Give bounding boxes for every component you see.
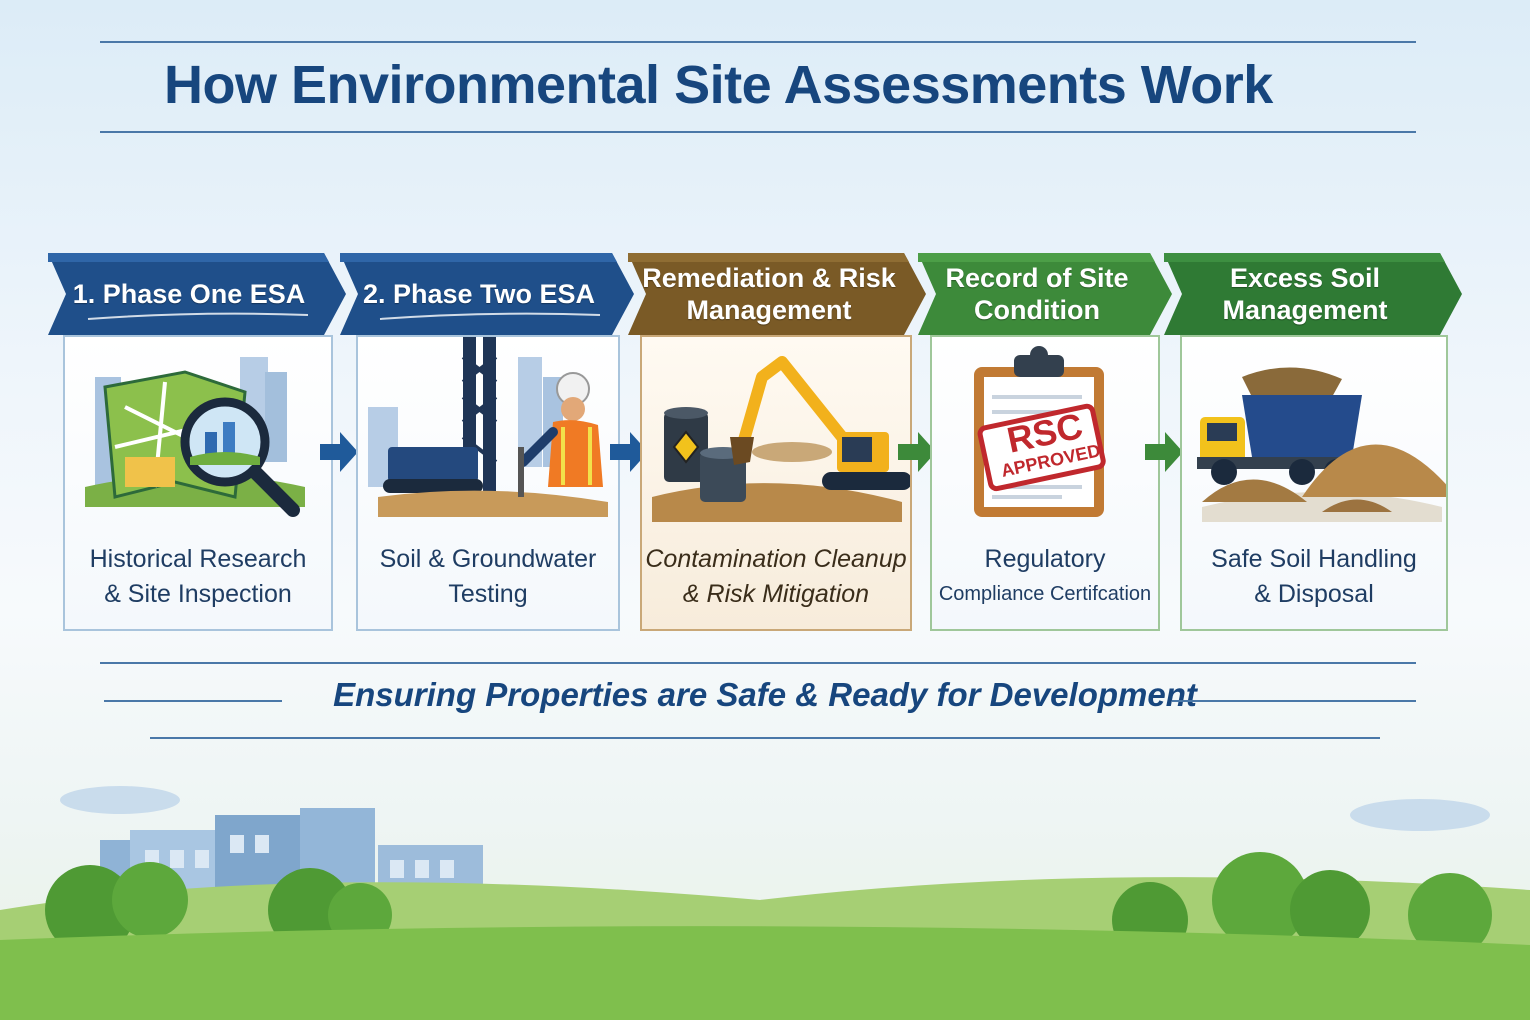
step-card-remediation: Contamination Cleanup & Risk Mitigation — [640, 335, 912, 631]
tagline-rule-top — [100, 662, 1416, 664]
step-card-record-of-site-condition: RSC APPROVED Regulatory Compliance Certi… — [930, 335, 1160, 631]
step-description: Historical Research & Site Inspection — [65, 542, 331, 612]
step-description: Safe Soil Handling & Disposal — [1182, 542, 1446, 612]
step-banner-record-of-site-condition: Record of Site Condition — [918, 253, 1174, 335]
step-label: Excess Soil Management — [1164, 253, 1464, 335]
title-rule-bottom — [100, 131, 1416, 133]
step-card-phase-one: Historical Research & Site Inspection — [63, 335, 333, 631]
flow-arrow — [1145, 430, 1185, 479]
flow-arrow — [320, 430, 360, 479]
label-line: Management — [686, 295, 852, 325]
description-line: Compliance Certifcation — [938, 583, 1152, 605]
description-line: Safe Soil Handling — [1211, 545, 1417, 573]
page-title: How Environmental Site Assessments Work — [164, 55, 1273, 115]
description-line: Contamination Cleanup — [645, 545, 907, 573]
title-rule-top — [100, 41, 1416, 43]
dump-truck-icon — [1197, 367, 1446, 522]
excavator-barrels-icon — [652, 356, 910, 522]
label-line: Condition — [974, 295, 1100, 325]
drill-rig-worker-icon — [368, 337, 608, 517]
step-description: Contamination Cleanup & Risk Mitigation — [642, 542, 910, 612]
description-line: Soil & Groundwater — [379, 545, 597, 573]
description-line: Regulatory — [984, 545, 1106, 573]
step-banner-phase-one: 1. Phase One ESA — [48, 253, 348, 335]
tagline: Ensuring Properties are Safe & Ready for… — [333, 676, 1197, 713]
map-magnifier-icon — [85, 357, 305, 517]
step-banner-remediation: Remediation & Risk Management — [628, 253, 928, 335]
tagline-rule-right — [1172, 700, 1416, 702]
label-line: Excess Soil — [1229, 263, 1381, 293]
step-label: Remediation & Risk Management — [628, 253, 928, 335]
description-line: Testing — [448, 580, 528, 608]
step-card-excess-soil: Safe Soil Handling & Disposal — [1180, 335, 1448, 631]
step-banner-phase-two: 2. Phase Two ESA — [340, 253, 636, 335]
label-line: Remediation & Risk — [642, 263, 896, 293]
description-line: & Disposal — [1254, 580, 1374, 608]
tagline-rule-bottom — [150, 737, 1380, 739]
step-label: 1. Phase One ESA — [72, 279, 306, 309]
step-description: Regulatory Compliance Certifcation — [932, 542, 1158, 612]
label-line: Record of Site — [945, 263, 1129, 293]
step-card-phase-two: Soil & Groundwater Testing — [356, 335, 620, 631]
step-label: 2. Phase Two ESA — [362, 279, 596, 309]
description-line: & Risk Mitigation — [682, 580, 870, 608]
description-line: Historical Research — [89, 545, 307, 573]
step-label: Record of Site Condition — [918, 253, 1174, 335]
label-line: Management — [1222, 295, 1388, 325]
step-banner-excess-soil: Excess Soil Management — [1164, 253, 1464, 335]
step-description: Soil & Groundwater Testing — [358, 542, 618, 612]
description-line: & Site Inspection — [104, 580, 292, 608]
header: How Environmental Site Assessments Work — [0, 0, 1530, 150]
landscape-illustration — [0, 786, 1530, 1020]
